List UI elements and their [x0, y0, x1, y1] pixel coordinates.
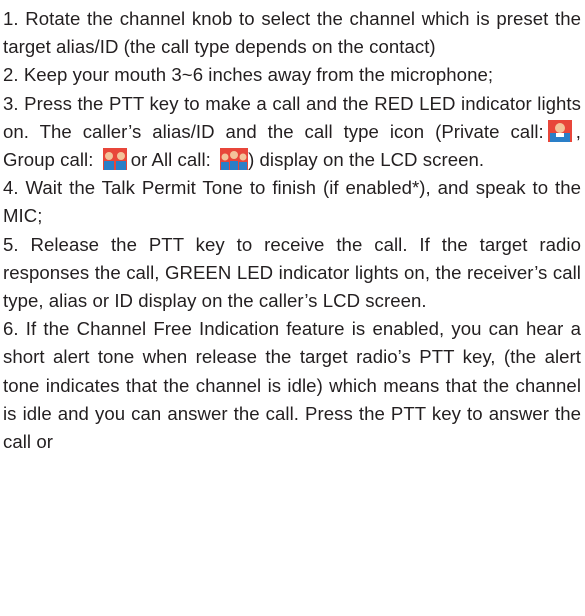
step-4: 4. Wait the Talk Permit Tone to finish (…	[3, 177, 581, 227]
step-1: 1. Rotate the channel knob to select the…	[3, 8, 581, 58]
step-3-text-a: 3. Press the PTT key to make a call and …	[3, 92, 581, 142]
step-2: 2. Keep your mouth 3~6 inches away from …	[3, 64, 494, 86]
step-3-text-c: or All call:	[130, 149, 211, 171]
group-call-icon	[102, 148, 127, 171]
step-6: 6. If the Channel Free Indication featur…	[3, 318, 581, 453]
step-3-text-d: ) display on the LCD screen.	[248, 149, 485, 171]
private-call-icon	[547, 119, 572, 142]
step-5: 5. Release the PTT key to receive the ca…	[3, 233, 581, 312]
instruction-text: 1. Rotate the channel knob to select the…	[3, 5, 581, 456]
step-3: 3. Press the PTT key to make a call and …	[3, 90, 581, 175]
all-call-icon	[220, 148, 249, 171]
